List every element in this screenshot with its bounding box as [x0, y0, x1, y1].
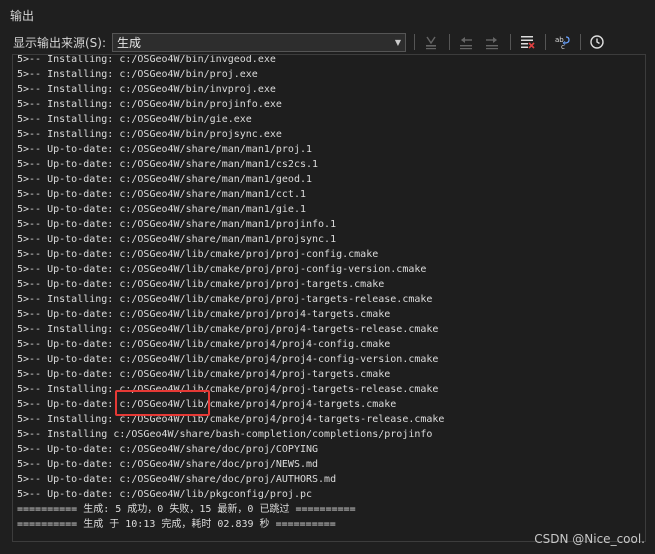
- output-line: 5>-- Installing: c:/OSGeo4W/lib/cmake/pr…: [17, 384, 439, 395]
- output-line: 5>-- Installing: c:/OSGeo4W/bin/invproj.…: [17, 84, 276, 95]
- output-line: 5>-- Installing: c:/OSGeo4W/bin/invgeod.…: [17, 54, 276, 65]
- highlight-box: [115, 390, 210, 416]
- output-line: 5>-- Installing: c:/OSGeo4W/lib/cmake/pr…: [17, 324, 439, 335]
- source-select[interactable]: 生成 ▼: [112, 32, 407, 52]
- window-title: 输出: [10, 8, 35, 23]
- output-line: 5>-- Installing: c:/OSGeo4W/bin/projsync…: [17, 129, 282, 140]
- output-line: 5>-- Up-to-date: c:/OSGeo4W/share/man/ma…: [17, 189, 306, 200]
- output-line: 5>-- Up-to-date: c:/OSGeo4W/share/man/ma…: [17, 144, 313, 155]
- output-line: 5>-- Installing c:/OSGeo4W/share/bash-co…: [17, 429, 433, 440]
- output-line: 5>-- Installing: c:/OSGeo4W/lib/cmake/pr…: [17, 414, 445, 425]
- output-line: 5>-- Up-to-date: c:/OSGeo4W/lib/cmake/pr…: [17, 264, 427, 275]
- output-line: 5>-- Up-to-date: c:/OSGeo4W/lib/cmake/pr…: [17, 399, 397, 410]
- watermark: CSDN @Nice_cool.: [534, 532, 645, 546]
- output-line: 5>-- Up-to-date: c:/OSGeo4W/share/man/ma…: [17, 204, 306, 215]
- output-line: 5>-- Up-to-date: c:/OSGeo4W/lib/pkgconfi…: [17, 489, 313, 500]
- source-value: 生成: [117, 35, 142, 50]
- output-line: 5>-- Up-to-date: c:/OSGeo4W/lib/cmake/pr…: [17, 354, 439, 365]
- source-label: 显示输出来源(S):: [13, 35, 107, 50]
- clear-all-button[interactable]: [517, 32, 537, 52]
- output-line: 5>-- Up-to-date: c:/OSGeo4W/lib/cmake/pr…: [17, 249, 379, 260]
- output-line: 5>-- Installing: c:/OSGeo4W/lib/cmake/pr…: [17, 294, 433, 305]
- clock-icon: [590, 35, 604, 49]
- go-to-error-button[interactable]: [421, 32, 441, 52]
- output-line: 5>-- Up-to-date: c:/OSGeo4W/share/doc/pr…: [17, 444, 319, 455]
- toolbar-separator: [545, 34, 547, 50]
- output-line: 5>-- Up-to-date: c:/OSGeo4W/lib/cmake/pr…: [17, 339, 391, 350]
- previous-message-icon: [460, 37, 473, 50]
- output-text: 5>-- Installing: c:/OSGeo4W/bin/invgeod.…: [17, 54, 445, 532]
- next-message-icon: [486, 37, 499, 50]
- output-line: 5>-- Installing: c:/OSGeo4W/bin/gie.exe: [17, 114, 252, 125]
- word-wrap-button[interactable]: ab c: [552, 32, 572, 52]
- output-line: 5>-- Up-to-date: c:/OSGeo4W/lib/cmake/pr…: [17, 279, 385, 290]
- clear-all-icon: [521, 36, 535, 49]
- output-line: 5>-- Installing: c:/OSGeo4W/bin/proj.exe: [17, 69, 258, 80]
- output-line: 5>-- Up-to-date: c:/OSGeo4W/share/doc/pr…: [17, 459, 319, 470]
- toolbar-separator: [449, 34, 451, 50]
- next-message-button[interactable]: [482, 32, 502, 52]
- toolbar-separator: [414, 34, 416, 50]
- output-toolbar: 显示输出来源(S): 生成 ▼ ab c: [0, 30, 655, 54]
- timestamp-button[interactable]: [587, 32, 607, 52]
- toolbar-separator: [510, 34, 512, 50]
- output-line: 5>-- Up-to-date: c:/OSGeo4W/share/man/ma…: [17, 219, 337, 230]
- output-line: 5>-- Up-to-date: c:/OSGeo4W/share/doc/pr…: [17, 474, 337, 485]
- output-line: 5>-- Up-to-date: c:/OSGeo4W/lib/cmake/pr…: [17, 309, 391, 320]
- word-wrap-icon: ab c: [555, 36, 570, 50]
- output-line: 5>-- Up-to-date: c:/OSGeo4W/lib/cmake/pr…: [17, 369, 391, 380]
- output-line: ========== 生成: 5 成功，0 失败，15 最新，0 已跳过 ===…: [17, 504, 356, 515]
- output-line: 5>-- Installing: c:/OSGeo4W/bin/projinfo…: [17, 99, 282, 110]
- output-window: 输出 显示输出来源(S): 生成 ▼ ab c 5>-- Installing:…: [0, 0, 655, 554]
- output-pane[interactable]: 5>-- Installing: c:/OSGeo4W/bin/invgeod.…: [12, 54, 646, 542]
- output-line: 5>-- Up-to-date: c:/OSGeo4W/share/man/ma…: [17, 159, 319, 170]
- toolbar-separator: [580, 34, 582, 50]
- previous-message-button[interactable]: [456, 32, 476, 52]
- output-line: ========== 生成 于 10:13 完成，耗时 02.839 秒 ===…: [17, 519, 336, 530]
- chevron-down-icon: ▼: [394, 37, 402, 47]
- output-line: 5>-- Up-to-date: c:/OSGeo4W/share/man/ma…: [17, 174, 313, 185]
- go-to-error-icon: [426, 36, 437, 50]
- output-line: 5>-- Up-to-date: c:/OSGeo4W/share/man/ma…: [17, 234, 337, 245]
